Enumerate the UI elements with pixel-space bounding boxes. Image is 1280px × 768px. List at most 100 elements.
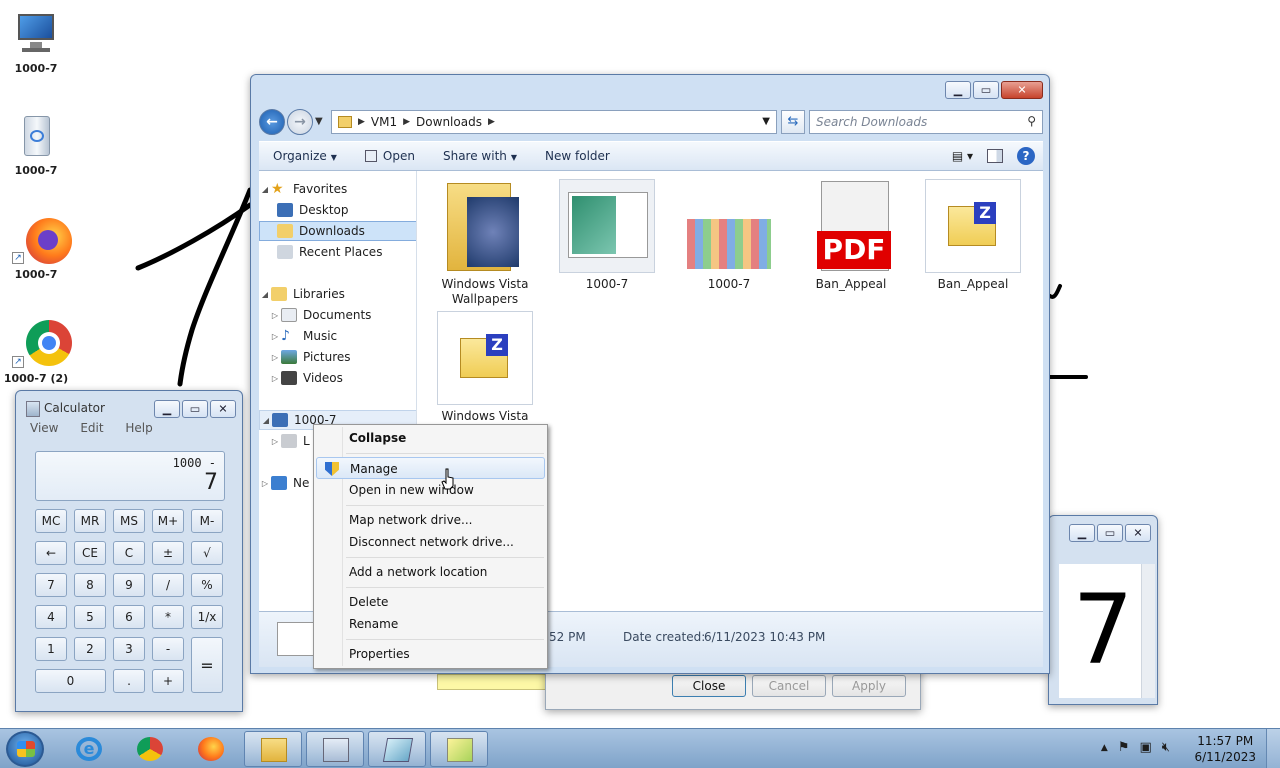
action-center-flag-icon[interactable]: ⚑ [1118, 740, 1130, 756]
taskbar-firefox[interactable] [182, 731, 240, 767]
maximize-button[interactable]: ▭ [1097, 524, 1123, 542]
key-ms[interactable]: MS [113, 509, 145, 533]
preview-pane-icon[interactable] [987, 149, 1003, 163]
menu-item-open-new-window[interactable]: Open in new window [316, 479, 545, 501]
file-item[interactable]: 1000-7 [677, 179, 781, 292]
key-backspace[interactable]: ← [35, 541, 67, 565]
forward-button[interactable]: → [287, 109, 313, 135]
key-m-plus[interactable]: M+ [152, 509, 184, 533]
apply-button[interactable]: Apply [832, 675, 906, 697]
second-calculator-window[interactable]: ▁ ▭ ✕ 7 [1048, 515, 1158, 705]
nav-pictures[interactable]: ▷ Pictures [259, 347, 416, 367]
start-button[interactable] [6, 731, 44, 767]
network-icon[interactable]: ▣ [1140, 740, 1152, 756]
desktop-icon-chrome[interactable]: ↗ 1000-7 (2) [0, 320, 72, 385]
key-mr[interactable]: MR [74, 509, 106, 533]
new-folder-button[interactable]: New folder [531, 149, 624, 163]
key-9[interactable]: 9 [113, 573, 145, 597]
nav-favorites[interactable]: ◢ ★ Favorites [259, 179, 416, 199]
close-button[interactable]: ✕ [1001, 81, 1043, 99]
key-4[interactable]: 4 [35, 605, 67, 629]
refresh-button[interactable]: ⇆ [781, 110, 805, 134]
clock[interactable]: 11:57 PM 6/11/2023 [1194, 733, 1256, 765]
breadcrumb-downloads[interactable]: Downloads [416, 115, 482, 129]
maximize-button[interactable]: ▭ [182, 400, 208, 418]
close-button[interactable]: Close [672, 675, 746, 697]
file-item[interactable]: Z Windows Vista [433, 311, 537, 424]
key-5[interactable]: 5 [74, 605, 106, 629]
key-divide[interactable]: / [152, 573, 184, 597]
taskbar-chrome[interactable] [121, 731, 179, 767]
address-bar[interactable]: ▶ VM1 ▶ Downloads ▶ ▼ [331, 110, 777, 134]
key-subtract[interactable]: - [152, 637, 184, 661]
key-6[interactable]: 6 [113, 605, 145, 629]
calculator-window[interactable]: Calculator ▁ ▭ ✕ View Edit Help 1000 - 7… [15, 390, 243, 712]
desktop-icon-computer[interactable]: 1000-7 [0, 10, 72, 75]
menu-item-map-network-drive[interactable]: Map network drive... [316, 509, 545, 531]
search-input[interactable]: Search Downloads ⚲ [809, 110, 1043, 134]
key-3[interactable]: 3 [113, 637, 145, 661]
close-button[interactable]: ✕ [1125, 524, 1151, 542]
file-item[interactable]: PDF Ban_Appeal [799, 179, 903, 292]
menu-help[interactable]: Help [125, 421, 152, 435]
desktop-icon-firefox[interactable]: ↗ 1000-7 [0, 216, 72, 281]
file-item[interactable]: Windows Vista Wallpapers [433, 179, 537, 307]
key-mc[interactable]: MC [35, 509, 67, 533]
nav-libraries[interactable]: ◢ Libraries [259, 284, 416, 304]
minimize-button[interactable]: ▁ [945, 81, 971, 99]
maximize-button[interactable]: ▭ [973, 81, 999, 99]
help-icon[interactable]: ? [1017, 147, 1035, 165]
menu-view[interactable]: View [30, 421, 58, 435]
key-equals[interactable]: = [191, 637, 223, 693]
nav-documents[interactable]: ▷ Documents [259, 305, 416, 325]
menu-item-delete[interactable]: Delete [316, 591, 545, 613]
minimize-button[interactable]: ▁ [1069, 524, 1095, 542]
cancel-button[interactable]: Cancel [752, 675, 826, 697]
key-1[interactable]: 1 [35, 637, 67, 661]
taskbar-explorer[interactable] [244, 731, 302, 767]
vertical-scrollbar[interactable] [1141, 564, 1155, 698]
key-percent[interactable]: % [191, 573, 223, 597]
recent-pages-dropdown[interactable]: ▼ [315, 116, 323, 127]
key-reciprocal[interactable]: 1/x [191, 605, 223, 629]
key-m-minus[interactable]: M- [191, 509, 223, 533]
breadcrumb-vm1[interactable]: VM1 [371, 115, 397, 129]
key-c[interactable]: C [113, 541, 145, 565]
change-view-icon[interactable]: ▤ ▾ [952, 149, 973, 163]
show-hidden-icons-icon[interactable]: ▲ [1101, 740, 1108, 756]
key-add[interactable]: + [152, 669, 184, 693]
taskbar-calculator[interactable] [306, 731, 364, 767]
close-button[interactable]: ✕ [210, 400, 236, 418]
nav-music[interactable]: ▷ ♪ Music [259, 326, 416, 346]
nav-desktop[interactable]: Desktop [259, 200, 416, 220]
menu-item-rename[interactable]: Rename [316, 613, 545, 635]
menu-edit[interactable]: Edit [80, 421, 103, 435]
key-7[interactable]: 7 [35, 573, 67, 597]
taskbar-internet-explorer[interactable]: e [60, 731, 118, 767]
menu-item-add-network-location[interactable]: Add a network location [316, 561, 545, 583]
key-ce[interactable]: CE [74, 541, 106, 565]
open-button[interactable]: Open [351, 149, 429, 163]
address-dropdown-icon[interactable]: ▼ [762, 116, 770, 127]
nav-downloads[interactable]: Downloads [259, 221, 416, 241]
desktop-icon-recycle-bin[interactable]: 1000-7 [0, 112, 72, 177]
menu-item-properties[interactable]: Properties [316, 643, 545, 665]
key-sqrt[interactable]: √ [191, 541, 223, 565]
volume-muted-icon[interactable]: 🔇︎ [1162, 740, 1170, 756]
taskbar-paint[interactable] [368, 731, 426, 767]
key-2[interactable]: 2 [74, 637, 106, 661]
minimize-button[interactable]: ▁ [154, 400, 180, 418]
key-multiply[interactable]: * [152, 605, 184, 629]
menu-item-manage[interactable]: Manage [316, 457, 545, 479]
key-plus-minus[interactable]: ± [152, 541, 184, 565]
key-0[interactable]: 0 [35, 669, 106, 693]
nav-videos[interactable]: ▷ Videos [259, 368, 416, 388]
back-button[interactable]: ← [259, 109, 285, 135]
nav-recent-places[interactable]: Recent Places [259, 242, 416, 262]
file-item[interactable]: 1000-7 [555, 179, 659, 292]
menu-item-collapse[interactable]: Collapse [316, 427, 545, 449]
key-8[interactable]: 8 [74, 573, 106, 597]
share-with-button[interactable]: Share with ▼ [429, 149, 531, 163]
taskbar-sticky-notes[interactable] [430, 731, 488, 767]
key-decimal[interactable]: . [113, 669, 145, 693]
